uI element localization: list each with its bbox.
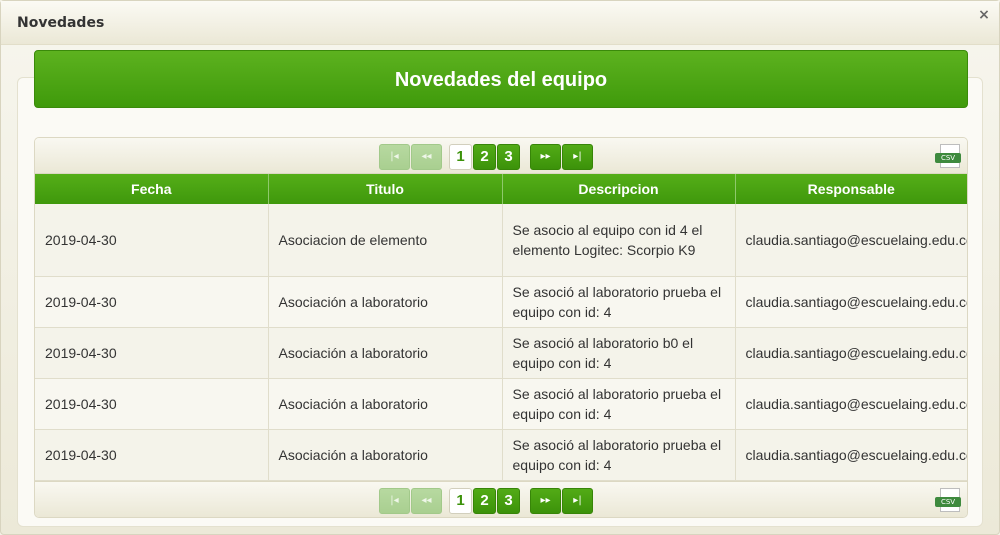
csv-export-icon[interactable]: CSV xyxy=(935,144,963,170)
cell-responsable: claudia.santiago@escuelaing.edu.co xyxy=(735,276,967,328)
table-row[interactable]: 2019-04-30 Asociación a laboratorio Se a… xyxy=(35,276,967,328)
datatable: |◂ ◂◂ 1 2 3 ▸▸ ▸| CSV Fecha Titulo Descr… xyxy=(34,137,968,518)
cell-fecha: 2019-04-30 xyxy=(35,378,269,430)
first-page-button[interactable]: |◂ xyxy=(379,144,410,170)
table-row[interactable]: 2019-04-30 Asociacion de elemento Se aso… xyxy=(35,204,967,277)
dialog-titlebar: Novedades × xyxy=(1,1,999,45)
dialog-title: Novedades xyxy=(17,15,105,31)
prev-page-button[interactable]: ◂◂ xyxy=(411,488,442,514)
cell-fecha: 2019-04-30 xyxy=(35,204,269,277)
paginator-top: |◂ ◂◂ 1 2 3 ▸▸ ▸| CSV xyxy=(35,138,967,174)
cell-titulo: Asociación a laboratorio xyxy=(268,378,503,430)
prev-page-button[interactable]: ◂◂ xyxy=(411,144,442,170)
page-title: Novedades del equipo xyxy=(34,50,968,108)
cell-descripcion: Se asoció al laboratorio prueba el equip… xyxy=(502,378,736,430)
cell-responsable: claudia.santiago@escuelaing.edu.co xyxy=(735,327,967,379)
cell-fecha: 2019-04-30 xyxy=(35,276,269,328)
cell-descripcion: Se asocio al equipo con id 4 el elemento… xyxy=(502,204,736,277)
next-page-button[interactable]: ▸▸ xyxy=(530,488,561,514)
table-row[interactable]: 2019-04-30 Asociación a laboratorio Se a… xyxy=(35,378,967,430)
cell-responsable: claudia.santiago@escuelaing.edu.co xyxy=(735,204,967,277)
next-page-button[interactable]: ▸▸ xyxy=(530,144,561,170)
table-header-row: Fecha Titulo Descripcion Responsable xyxy=(35,174,967,204)
novedades-dialog: Novedades × Novedades del equipo |◂ ◂◂ 1… xyxy=(0,0,1000,535)
page-2-button[interactable]: 2 xyxy=(473,144,496,170)
close-icon[interactable]: × xyxy=(977,8,991,22)
cell-titulo: Asociación a laboratorio xyxy=(268,429,503,481)
page-3-button[interactable]: 3 xyxy=(497,488,520,514)
last-page-button[interactable]: ▸| xyxy=(562,144,593,170)
cell-descripcion: Se asoció al laboratorio b0 el equipo co… xyxy=(502,327,736,379)
cell-descripcion: Se asoció al laboratorio prueba el equip… xyxy=(502,429,736,481)
cell-responsable: claudia.santiago@escuelaing.edu.co xyxy=(735,429,967,481)
cell-titulo: Asociación a laboratorio xyxy=(268,327,503,379)
csv-export-icon[interactable]: CSV xyxy=(935,488,963,514)
cell-fecha: 2019-04-30 xyxy=(35,429,269,481)
page-1-button[interactable]: 1 xyxy=(449,488,472,514)
paginator-bottom: |◂ ◂◂ 1 2 3 ▸▸ ▸| CSV xyxy=(35,481,967,517)
table-row[interactable]: 2019-04-30 Asociación a laboratorio Se a… xyxy=(35,327,967,379)
cell-responsable: claudia.santiago@escuelaing.edu.co xyxy=(735,378,967,430)
table-row[interactable]: 2019-04-30 Asociación a laboratorio Se a… xyxy=(35,429,967,481)
first-page-button[interactable]: |◂ xyxy=(379,488,410,514)
page-2-button[interactable]: 2 xyxy=(473,488,496,514)
column-header-responsable[interactable]: Responsable xyxy=(735,174,967,204)
cell-descripcion: Se asoció al laboratorio prueba el equip… xyxy=(502,276,736,328)
csv-label: CSV xyxy=(935,497,961,507)
page-1-button[interactable]: 1 xyxy=(449,144,472,170)
novedades-table: Fecha Titulo Descripcion Responsable 201… xyxy=(35,174,967,481)
column-header-descripcion[interactable]: Descripcion xyxy=(502,174,736,204)
column-header-fecha[interactable]: Fecha xyxy=(35,174,269,204)
cell-titulo: Asociacion de elemento xyxy=(268,204,503,277)
cell-titulo: Asociación a laboratorio xyxy=(268,276,503,328)
page-3-button[interactable]: 3 xyxy=(497,144,520,170)
cell-fecha: 2019-04-30 xyxy=(35,327,269,379)
csv-label: CSV xyxy=(935,153,961,163)
column-header-titulo[interactable]: Titulo xyxy=(268,174,503,204)
last-page-button[interactable]: ▸| xyxy=(562,488,593,514)
